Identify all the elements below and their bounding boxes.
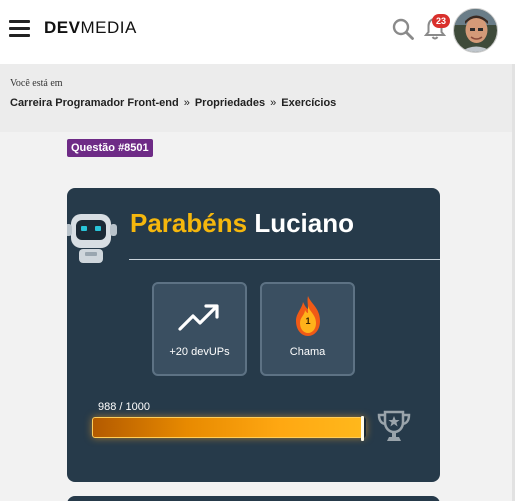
- breadcrumb-item-properties[interactable]: Propriedades: [195, 97, 265, 109]
- robot-icon: [67, 208, 121, 266]
- congrats-word: Parabéns: [130, 208, 248, 238]
- question-tag: Questão #8501: [67, 139, 153, 157]
- hamburger-icon[interactable]: [9, 20, 30, 37]
- progress-cap: [360, 416, 364, 441]
- trending-up-icon: [177, 302, 222, 334]
- progress-bar: [92, 416, 366, 441]
- top-bar: DEVMEDIA 23: [0, 0, 515, 64]
- stat-devups-label: +20 devUPs: [169, 346, 230, 358]
- next-card: [67, 496, 440, 501]
- logo[interactable]: DEVMEDIA: [44, 18, 137, 38]
- trophy-icon: [376, 408, 412, 444]
- flame-level: 1: [305, 316, 311, 326]
- logo-bold: DEV: [44, 18, 81, 37]
- breadcrumb-item-career[interactable]: Carreira Programador Front-end: [10, 97, 179, 109]
- breadcrumb-trail: Carreira Programador Front-end » Proprieda…: [10, 97, 336, 109]
- congrats-card: Parabéns Luciano +20 devUPs 1 Chama 988 …: [67, 188, 440, 482]
- logo-thin: MEDIA: [80, 18, 137, 37]
- search-icon[interactable]: [391, 17, 415, 41]
- breadcrumb-separator: »: [270, 97, 277, 109]
- user-name: Luciano: [254, 208, 354, 238]
- stat-devups: +20 devUPs: [152, 282, 247, 376]
- card-divider: [129, 259, 440, 260]
- progress-fill: [92, 416, 364, 441]
- congrats-title: Parabéns Luciano: [130, 208, 354, 239]
- breadcrumb-item-exercises[interactable]: Exercícios: [281, 97, 336, 109]
- breadcrumb-separator: »: [183, 97, 190, 109]
- avatar[interactable]: [453, 8, 498, 53]
- stat-flame-label: Chama: [289, 346, 326, 358]
- breadcrumb-label: Você está em: [10, 78, 63, 89]
- notification-badge: 23: [432, 14, 450, 28]
- stat-flame: 1 Chama: [260, 282, 355, 376]
- progress-text: 988 / 1000: [98, 401, 150, 413]
